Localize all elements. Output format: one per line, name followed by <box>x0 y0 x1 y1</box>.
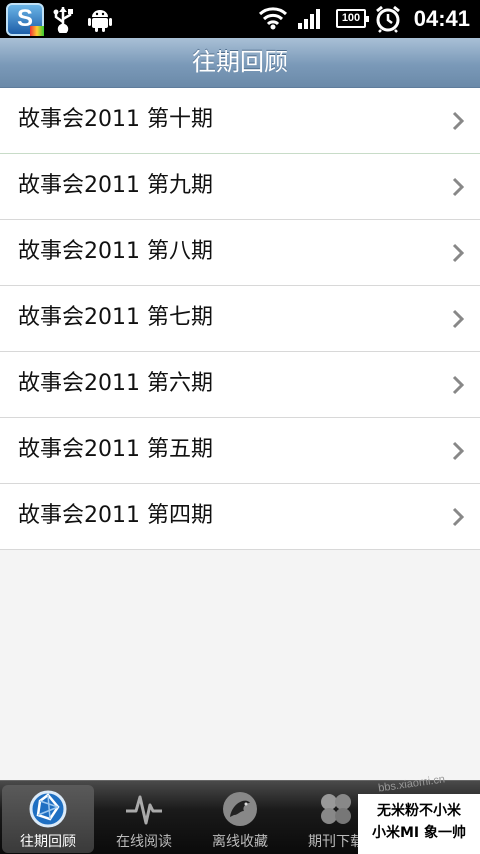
chevron-right-icon <box>452 507 464 527</box>
app-s-icon: S <box>6 3 44 36</box>
list-item-label: 故事会2011 第九期 <box>18 173 213 198</box>
list-item[interactable]: 故事会2011 第十期 <box>0 88 480 154</box>
list-item[interactable]: 故事会2011 第五期 <box>0 418 480 484</box>
tab-offline-favorites[interactable]: 离线收藏 <box>192 781 288 854</box>
aperture-icon <box>29 790 67 828</box>
chevron-right-icon <box>452 243 464 263</box>
chevron-right-icon <box>452 111 464 131</box>
status-bar: S 100 04:41 <box>0 0 480 38</box>
watermark-line2: 小米MI 象一帅 <box>371 825 466 841</box>
hexagons-icon <box>321 794 351 824</box>
battery-icon: 100 <box>336 9 369 28</box>
clock-time: 04:41 <box>413 6 470 31</box>
list-item[interactable]: 故事会2011 第七期 <box>0 286 480 352</box>
wifi-icon <box>258 7 288 30</box>
chevron-right-icon <box>452 177 464 197</box>
battery-level: 100 <box>341 12 361 24</box>
list-item-label: 故事会2011 第七期 <box>18 305 213 330</box>
tab-history[interactable]: 往期回顾 <box>2 785 94 853</box>
usb-icon <box>53 7 73 33</box>
android-icon <box>88 10 112 32</box>
watermark: 无米粉不小米 小米MI 象一帅 <box>358 794 480 854</box>
tab-label: 离线收藏 <box>212 834 268 850</box>
app-badge <box>30 26 44 36</box>
list-item-label: 故事会2011 第四期 <box>18 503 213 528</box>
tab-label: 往期回顾 <box>20 834 76 850</box>
list-item[interactable]: 故事会2011 第九期 <box>0 154 480 220</box>
chevron-right-icon <box>452 441 464 461</box>
list-item[interactable]: 故事会2011 第八期 <box>0 220 480 286</box>
list-item-label: 故事会2011 第五期 <box>18 437 213 462</box>
chevron-right-icon <box>452 375 464 395</box>
list-item-label: 故事会2011 第八期 <box>18 239 213 264</box>
pulse-icon <box>126 795 162 825</box>
list-item[interactable]: 故事会2011 第六期 <box>0 352 480 418</box>
tab-label: 在线阅读 <box>116 834 172 850</box>
list-item-label: 故事会2011 第六期 <box>18 371 213 396</box>
list-item-label: 故事会2011 第十期 <box>18 107 213 132</box>
alarm-icon <box>376 5 400 33</box>
list-item[interactable]: 故事会2011 第四期 <box>0 484 480 550</box>
title-bar: 往期回顾 <box>0 38 480 88</box>
chevron-right-icon <box>452 309 464 329</box>
watermark-line1: 无米粉不小米 <box>377 803 461 819</box>
signal-icon <box>298 9 320 29</box>
issue-list: 故事会2011 第十期 故事会2011 第九期 故事会2011 第八期 故事会2… <box>0 88 480 550</box>
tab-online-reading[interactable]: 在线阅读 <box>96 781 192 854</box>
dragon-icon <box>223 792 257 826</box>
page-title: 往期回顾 <box>192 48 288 76</box>
